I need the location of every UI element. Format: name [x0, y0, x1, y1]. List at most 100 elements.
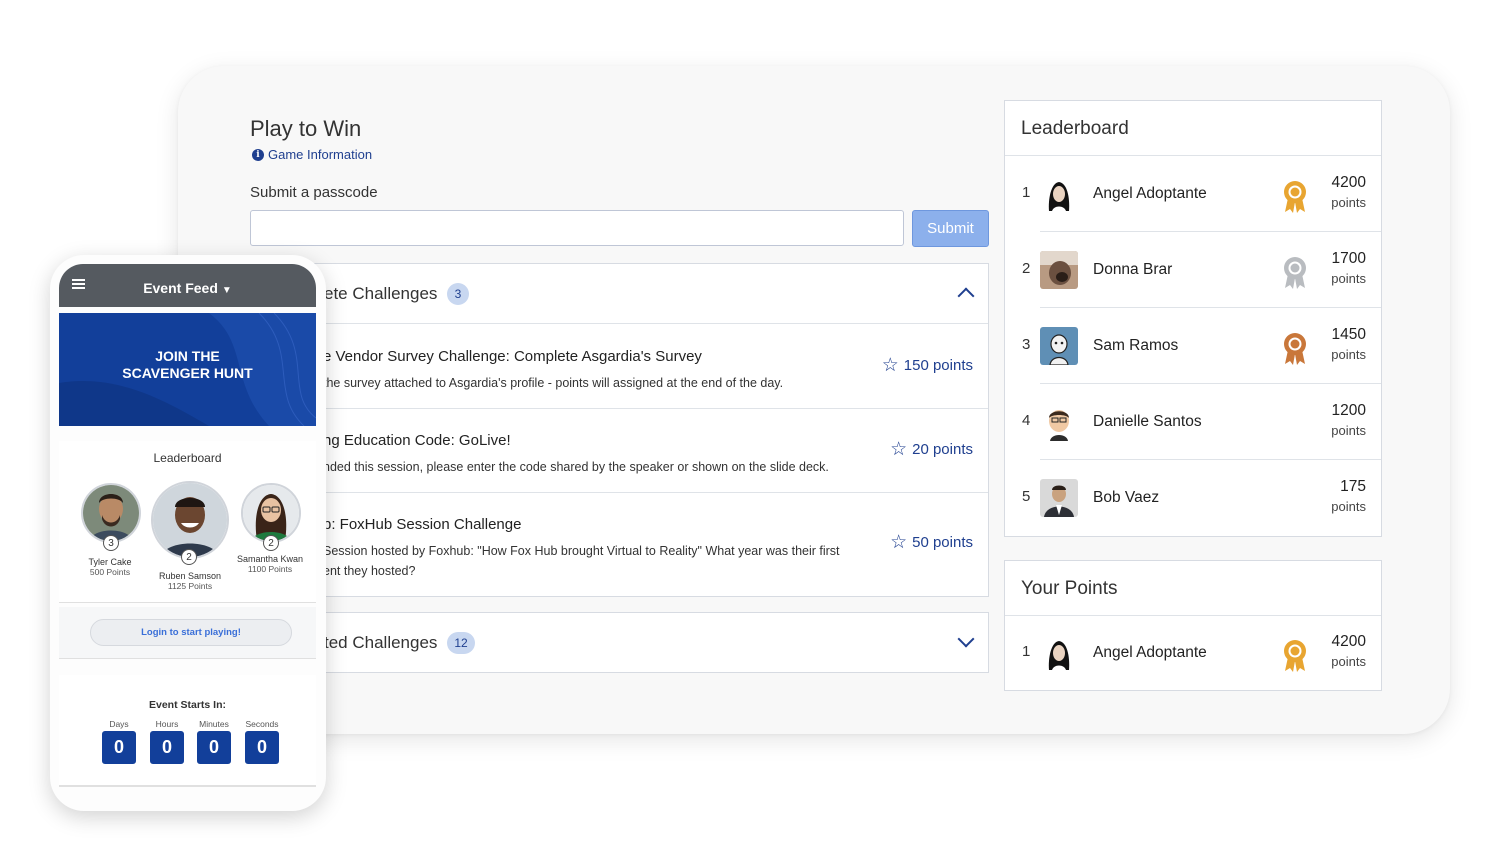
countdown-hours-label: Hours	[155, 719, 179, 729]
countdown-days-label: Days	[109, 719, 129, 729]
phone-leaderboard: Leaderboard 3 Tyler Cake 500 Points 2 Ru…	[59, 441, 316, 603]
avatar	[1040, 403, 1078, 441]
submit-button[interactable]: Submit	[912, 210, 989, 247]
completed-challenges-title: ted Challenges	[324, 633, 438, 652]
login-button[interactable]: Login to start playing!	[90, 619, 292, 646]
podium-rank-badge: 3	[103, 535, 119, 551]
leaderboard-row: 5 Bob Vaez 175 points	[1005, 460, 1381, 536]
avatar	[1040, 327, 1078, 365]
avatar	[241, 483, 301, 543]
chevron-up-icon[interactable]	[957, 287, 975, 305]
podium-name: Samantha Kwan	[236, 554, 304, 564]
points-value: 1200	[1331, 402, 1366, 419]
challenge-title: e Vendor Survey Challenge: Complete Asga…	[323, 348, 702, 365]
challenge-points-label: 50 points	[912, 534, 973, 551]
your-points-title: Your Points	[1021, 578, 1118, 599]
event-feed-dropdown[interactable]: Event Feed ▼	[59, 280, 316, 296]
completed-challenges-header[interactable]: ted Challenges 12	[250, 612, 989, 673]
completed-count-badge: 12	[447, 632, 475, 654]
challenges-title: ete Challenges	[324, 284, 438, 303]
your-points-panel: Your Points 1 Angel Adoptante 4200 point…	[1004, 560, 1382, 691]
avatar	[151, 481, 229, 559]
points-label: points	[1331, 195, 1366, 210]
points-label: points	[1331, 347, 1366, 362]
rank-number: 5	[1022, 488, 1031, 505]
challenges-panel: ete Challenges 3 e Vendor Survey Challen…	[250, 263, 989, 597]
event-feed-label: Event Feed	[143, 280, 218, 296]
challenge-points-label: 20 points	[912, 441, 973, 458]
countdown-minutes-label: Minutes	[199, 719, 229, 729]
countdown-hours-value: 0	[150, 731, 184, 764]
game-information-link[interactable]: i Game Information	[252, 147, 372, 162]
points-value: 1450	[1331, 326, 1366, 343]
player-name: Bob Vaez	[1093, 489, 1160, 506]
points-label: points	[1331, 499, 1366, 514]
challenge-title: b: FoxHub Session Challenge	[323, 516, 522, 533]
challenge-row[interactable]: b: FoxHub Session Challenge Session host…	[251, 493, 988, 597]
rank-number: 2	[1022, 260, 1031, 277]
avatar	[1040, 251, 1078, 289]
avatar	[1040, 479, 1078, 517]
gold-medal-icon	[1284, 640, 1306, 672]
points-value: 175	[1340, 478, 1366, 495]
avatar	[81, 483, 141, 543]
countdown-days-value: 0	[102, 731, 136, 764]
banner-line-1: JOIN THE	[155, 348, 220, 364]
passcode-input[interactable]	[250, 210, 904, 246]
passcode-label: Submit a passcode	[250, 184, 378, 201]
leaderboard-row: 1 Angel Adoptante 4200 points	[1005, 156, 1381, 232]
player-name: Donna Brar	[1093, 261, 1173, 278]
points-value: 4200	[1331, 174, 1366, 191]
challenge-points-label: 150 points	[903, 357, 973, 374]
countdown-minutes-value: 0	[197, 731, 231, 764]
leaderboard-panel: Leaderboard 1 Angel Adoptante 4200 point…	[1004, 100, 1382, 537]
points-label: points	[1331, 654, 1366, 669]
challenge-description-line2: ent they hosted?	[323, 564, 416, 578]
scavenger-hunt-banner[interactable]: JOIN THE SCAVENGER HUNT	[59, 313, 316, 426]
rank-number: 4	[1022, 412, 1031, 429]
star-icon: ☆	[881, 355, 899, 376]
challenge-row[interactable]: ng Education Code: GoLive! nded this ses…	[251, 409, 988, 493]
player-name: Sam Ramos	[1093, 337, 1179, 354]
leaderboard-title: Leaderboard	[1021, 118, 1129, 139]
banner-line-2: SCAVENGER HUNT	[122, 365, 253, 381]
silver-medal-icon	[1284, 257, 1306, 289]
star-icon: ☆	[890, 532, 908, 553]
player-name: Angel Adoptante	[1093, 644, 1207, 661]
podium-points: 500 Points	[89, 567, 131, 577]
podium-rank-badge: 2	[263, 535, 279, 551]
leaderboard-row: 4 Danielle Santos 1200 points	[1005, 384, 1381, 460]
star-icon: ☆	[890, 439, 908, 460]
phone-leaderboard-title: Leaderboard	[153, 451, 222, 465]
gold-medal-icon	[1284, 181, 1306, 213]
your-points-row: 1 Angel Adoptante 4200 points	[1005, 615, 1381, 691]
challenge-points: ☆ 150 points	[882, 356, 973, 375]
login-section: Login to start playing!	[59, 607, 316, 659]
page-title: Play to Win	[250, 116, 362, 141]
points-value: 4200	[1331, 633, 1366, 650]
challenges-header[interactable]: ete Challenges 3	[251, 264, 988, 324]
challenge-points: ☆ 50 points	[890, 533, 973, 552]
challenge-description: Session hosted by Foxhub: "How Fox Hub b…	[323, 544, 840, 558]
event-starts-label: Event Starts In:	[148, 699, 227, 711]
challenge-title: ng Education Code: GoLive!	[323, 432, 511, 449]
game-information-label: Game Information	[268, 147, 373, 162]
avatar	[1040, 634, 1078, 672]
chevron-down-icon[interactable]	[957, 630, 975, 648]
challenge-row[interactable]: e Vendor Survey Challenge: Complete Asga…	[251, 325, 988, 409]
points-label: points	[1331, 271, 1366, 286]
challenge-count-badge: 3	[447, 283, 469, 305]
points-label: points	[1331, 423, 1366, 438]
player-name: Danielle Santos	[1093, 413, 1202, 430]
banner-heading: JOIN THE SCAVENGER HUNT	[59, 348, 316, 382]
phone-mockup: Event Feed ▼ JOIN THE SCAVENGER HUNT Lead…	[50, 255, 326, 811]
phone-top-bar: Event Feed ▼	[59, 264, 316, 307]
leaderboard-row: 3 Sam Ramos 1450 points	[1005, 308, 1381, 384]
info-icon: i	[252, 148, 264, 161]
rank-number: 1	[1022, 643, 1031, 660]
challenge-points: ☆ 20 points	[890, 440, 973, 459]
leaderboard-row: 2 Donna Brar 1700 points	[1005, 232, 1381, 308]
bronze-medal-icon	[1284, 333, 1306, 365]
countdown-seconds-value: 0	[245, 731, 279, 764]
podium-name: Tyler Cake	[88, 557, 132, 567]
